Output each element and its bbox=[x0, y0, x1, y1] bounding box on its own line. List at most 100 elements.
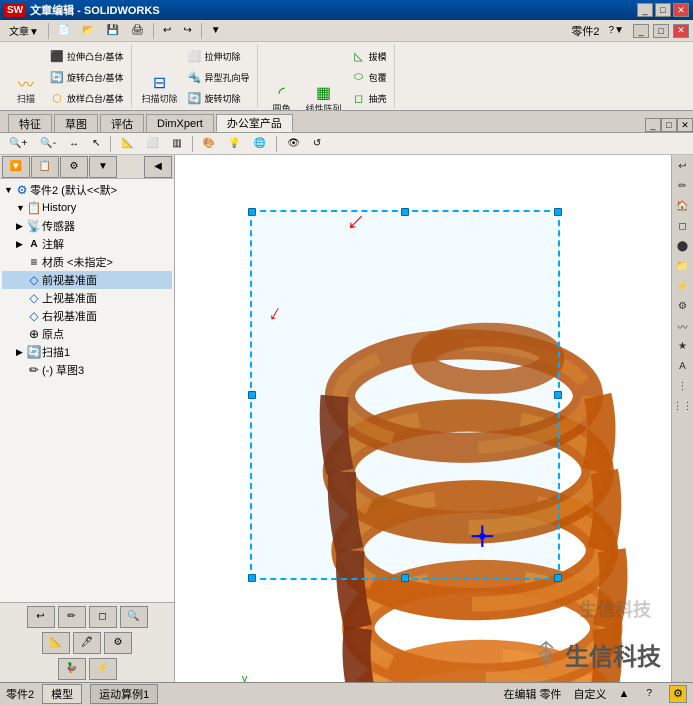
rp-star-btn[interactable]: ★ bbox=[674, 337, 692, 355]
win-max[interactable]: □ bbox=[653, 24, 669, 38]
view-display-btn[interactable]: ⬜ bbox=[142, 136, 164, 151]
help-btn[interactable]: ?▼ bbox=[604, 23, 629, 38]
view-rotate-btn[interactable]: ↺ bbox=[308, 136, 326, 151]
status-tab-model[interactable]: 模型 bbox=[42, 684, 82, 704]
rp-text-btn[interactable]: A bbox=[674, 357, 692, 375]
revolved-cut-btn[interactable]: 🔄 旋转切除 bbox=[184, 88, 253, 108]
linear-pattern-btn[interactable]: ▦ 线性阵列 bbox=[302, 78, 346, 110]
rp-dots-btn[interactable]: ⋮ bbox=[674, 377, 692, 395]
rp-folder-btn[interactable]: 📁 bbox=[674, 257, 692, 275]
draft-btn[interactable]: ◺ 拔模 bbox=[348, 46, 390, 66]
part-name: 零件2 bbox=[571, 23, 599, 39]
tab-evaluate[interactable]: 评估 bbox=[100, 114, 144, 132]
tree-front-plane-item[interactable]: ◇ 前视基准面 bbox=[2, 271, 172, 289]
sidebar-btn2[interactable]: 📋 bbox=[31, 156, 59, 178]
qat-options[interactable]: ▼ bbox=[206, 23, 226, 38]
tab-office[interactable]: 办公室产品 bbox=[216, 114, 293, 132]
minimize-button[interactable]: _ bbox=[637, 3, 653, 17]
tree-sensors-item[interactable]: ▶ 📡 传感器 bbox=[2, 217, 172, 235]
view-scene-btn[interactable]: 🌐 bbox=[249, 136, 271, 151]
revolved-boss-btn[interactable]: 🔄 旋转凸台/基体 bbox=[46, 67, 127, 87]
sb-btn4[interactable]: 🔍 bbox=[120, 606, 148, 628]
fillet-btn[interactable]: ◜ 圆角 bbox=[264, 78, 300, 110]
rp-home-btn[interactable]: 🏠 bbox=[674, 197, 692, 215]
wrap-btn[interactable]: ⬭ 包覆 bbox=[348, 67, 390, 87]
zoom-in-btn[interactable]: 🔍+ bbox=[4, 136, 32, 151]
view-orient-btn[interactable]: 📐 bbox=[116, 136, 138, 151]
tree-right-plane-item[interactable]: ◇ 右视基准面 bbox=[2, 307, 172, 325]
boundary-boss-btn[interactable]: ⬢ 边界凸台/基体 bbox=[46, 109, 127, 110]
tree-annotations-item[interactable]: ▶ A 注解 bbox=[2, 235, 172, 253]
sidebar-collapse-btn[interactable]: ◀ bbox=[144, 156, 172, 178]
sb-btn5[interactable]: 📐 bbox=[42, 632, 70, 654]
rp-settings-btn[interactable]: ⚙ bbox=[674, 297, 692, 315]
swept-cut-btn[interactable]: ⊟ 扫描切除 bbox=[138, 68, 182, 108]
tab-features[interactable]: 特征 bbox=[8, 114, 52, 132]
tree-origin-item[interactable]: ⊕ 原点 bbox=[2, 325, 172, 343]
sb-extra-btn[interactable]: ⚡ bbox=[89, 658, 117, 680]
rp-undo-btn[interactable]: ↩ bbox=[674, 157, 692, 175]
sb-btn2[interactable]: ✏ bbox=[58, 606, 86, 628]
maximize-button[interactable]: □ bbox=[655, 3, 671, 17]
rp-curve-btn[interactable]: 〰 bbox=[674, 317, 692, 335]
tree-sweep1-item[interactable]: ▶ 🔄 扫描1 bbox=[2, 343, 172, 361]
qat-undo[interactable]: ↩ bbox=[158, 23, 176, 38]
sb-btn1[interactable]: ↩ bbox=[27, 606, 55, 628]
view-color-btn[interactable]: 🎨 bbox=[198, 136, 220, 151]
qat-save[interactable]: 💾 bbox=[102, 23, 124, 38]
rp-light-btn[interactable]: ⚡ bbox=[674, 277, 692, 295]
rp-render-btn[interactable]: ⬤ bbox=[674, 237, 692, 255]
view-sect-btn[interactable]: ▥ bbox=[167, 136, 186, 151]
right-plane-icon: ◇ bbox=[26, 308, 42, 324]
view-lights-btn[interactable]: 💡 bbox=[223, 136, 245, 151]
status-left: 零件2 模型 运动算例1 bbox=[6, 684, 158, 704]
tree-sketch3-item[interactable]: ✏ (-) 草图3 bbox=[2, 361, 172, 379]
filter-btn[interactable]: 🔽 bbox=[2, 156, 30, 178]
sb-btn3[interactable]: ◻ bbox=[89, 606, 117, 628]
status-help-btn[interactable]: ? bbox=[641, 686, 657, 701]
rp-edit-btn[interactable]: ✏ bbox=[674, 177, 692, 195]
menu-file[interactable]: 文章▼ bbox=[4, 21, 44, 40]
win-close[interactable]: ✕ bbox=[673, 24, 689, 38]
history-icon: 📋 bbox=[26, 200, 42, 216]
select-btn[interactable]: ↖ bbox=[87, 136, 105, 151]
tab-dimxpert[interactable]: DimXpert bbox=[146, 114, 214, 132]
sidebar-btn4[interactable]: ▼ bbox=[89, 156, 117, 178]
status-gold-btn[interactable]: ⚙ bbox=[669, 685, 687, 703]
qat-print[interactable]: 🖨 bbox=[126, 23, 149, 38]
zoom-out-btn[interactable]: 🔍- bbox=[35, 136, 61, 151]
rp-view-btn[interactable]: ◻ bbox=[674, 217, 692, 235]
zoom-fit-btn[interactable]: ↔ bbox=[64, 136, 84, 151]
panel-restore-btn[interactable]: □ bbox=[661, 118, 677, 132]
extruded-boss-btn[interactable]: ⬛ 拉伸凸台/基体 bbox=[46, 46, 127, 66]
view-hide-btn[interactable]: 👁 bbox=[282, 136, 305, 151]
tree-top-plane-item[interactable]: ◇ 上视基准面 bbox=[2, 289, 172, 307]
qat-open[interactable]: 📂 bbox=[77, 23, 99, 38]
qat-redo[interactable]: ↪ bbox=[178, 23, 196, 38]
hole-btn[interactable]: 🔩 异型孔向导 bbox=[184, 67, 253, 87]
viewport[interactable]: x y z ↓ ↓ 生信科技 bbox=[175, 155, 671, 682]
intersect-btn[interactable]: ⊕ 相交 bbox=[348, 109, 390, 110]
extruded-cut-btn[interactable]: ⬜ 拉伸切除 bbox=[184, 46, 253, 66]
boundary-cut-btn[interactable]: ⬢ 边界切除 bbox=[184, 109, 253, 110]
loft-boss-icon: ⬡ bbox=[49, 90, 65, 106]
tree-part-node[interactable]: ▼ ⚙ 零件2 (默认<<默> bbox=[2, 181, 172, 199]
shell-btn[interactable]: ◻ 抽壳 bbox=[348, 88, 390, 108]
panel-close-btn[interactable]: ✕ bbox=[677, 118, 693, 132]
panel-minimize-btn[interactable]: _ bbox=[645, 118, 661, 132]
swept-boss-btn[interactable]: 〰 扫描 bbox=[8, 68, 44, 108]
sb-duck-btn[interactable]: 🦆 bbox=[58, 658, 86, 680]
sb-btn7[interactable]: ⚙ bbox=[104, 632, 132, 654]
tree-history-item[interactable]: ▼ 📋 History bbox=[2, 199, 172, 217]
loft-boss-btn[interactable]: ⬡ 放样凸台/基体 bbox=[46, 88, 127, 108]
tab-sketch[interactable]: 草图 bbox=[54, 114, 98, 132]
sb-btn6[interactable]: 🖊 bbox=[73, 632, 101, 654]
rp-grid-btn[interactable]: ⋮⋮ bbox=[674, 397, 692, 415]
status-tab-motion[interactable]: 运动算例1 bbox=[90, 684, 158, 704]
win-min[interactable]: _ bbox=[633, 24, 649, 38]
qat-new[interactable]: 📄 bbox=[53, 23, 75, 38]
close-button[interactable]: ✕ bbox=[673, 3, 689, 17]
sidebar-btn3[interactable]: ⚙ bbox=[60, 156, 88, 178]
front-plane-label: 前视基准面 bbox=[42, 272, 97, 288]
tree-material-item[interactable]: ≡ 材质 <未指定> bbox=[2, 253, 172, 271]
